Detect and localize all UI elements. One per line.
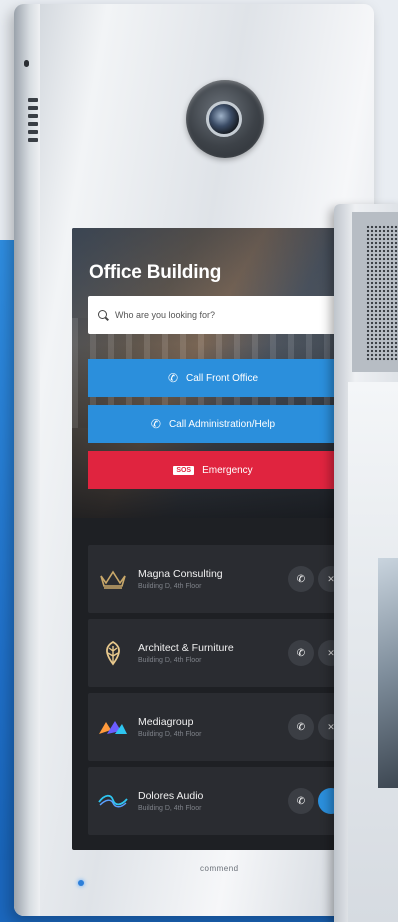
contact-location: Building D, 4th Floor <box>138 731 202 738</box>
status-led <box>78 880 84 886</box>
brand-logo: commend <box>200 864 239 873</box>
contact-name: Dolores Audio <box>138 790 204 802</box>
page-title: Office Building <box>89 262 222 283</box>
contact-location: Building D, 4th Floor <box>138 805 202 812</box>
second-device-photo <box>378 558 398 788</box>
contact-name: Architect & Furniture <box>138 642 234 654</box>
call-front-office-label: Call Front Office <box>186 372 259 384</box>
call-front-office-button[interactable]: ✆ Call Front Office <box>88 359 338 397</box>
camera-lens-icon <box>206 101 242 137</box>
contact-location: Building D, 4th Floor <box>138 583 202 590</box>
call-administration-label: Call Administration/Help <box>168 418 276 430</box>
list-item[interactable]: Dolores Audio Building D, 4th Floor ✆ <box>88 767 338 835</box>
search-placeholder: Who are you looking for? <box>115 310 216 320</box>
phone-icon[interactable]: ✆ <box>288 640 314 666</box>
speaker-grille <box>366 225 398 361</box>
touch-screen: Office Building Who are you looking for?… <box>72 228 338 850</box>
emergency-label: Emergency <box>202 464 253 476</box>
list-item[interactable]: Mediagroup Building D, 4th Floor ✆ ✕ <box>88 693 338 761</box>
waves-icon <box>88 791 138 811</box>
phone-icon: ✆ <box>167 371 178 385</box>
side-speaker-grille <box>28 98 38 146</box>
side-sensor <box>24 60 29 67</box>
phone-icon[interactable]: ✆ <box>288 714 314 740</box>
phone-icon: ✆ <box>150 417 161 431</box>
call-administration-button[interactable]: ✆ Call Administration/Help <box>88 405 338 443</box>
phone-icon[interactable]: ✆ <box>288 566 314 592</box>
leaf-icon <box>88 640 138 666</box>
emergency-button[interactable]: SOS Emergency <box>88 451 338 489</box>
search-input[interactable]: Who are you looking for? <box>88 296 338 334</box>
phone-icon[interactable]: ✆ <box>288 788 314 814</box>
contact-name: Mediagroup <box>138 716 194 728</box>
sos-badge: SOS <box>173 465 195 475</box>
list-item[interactable]: Magna Consulting Building D, 4th Floor ✆… <box>88 545 338 613</box>
contact-name: Magna Consulting <box>138 568 223 580</box>
crown-leaf-icon <box>88 568 138 590</box>
contact-location: Building D, 4th Floor <box>138 657 202 664</box>
mountains-icon <box>88 718 138 736</box>
search-icon <box>98 309 109 321</box>
list-item[interactable]: Architect & Furniture Building D, 4th Fl… <box>88 619 338 687</box>
